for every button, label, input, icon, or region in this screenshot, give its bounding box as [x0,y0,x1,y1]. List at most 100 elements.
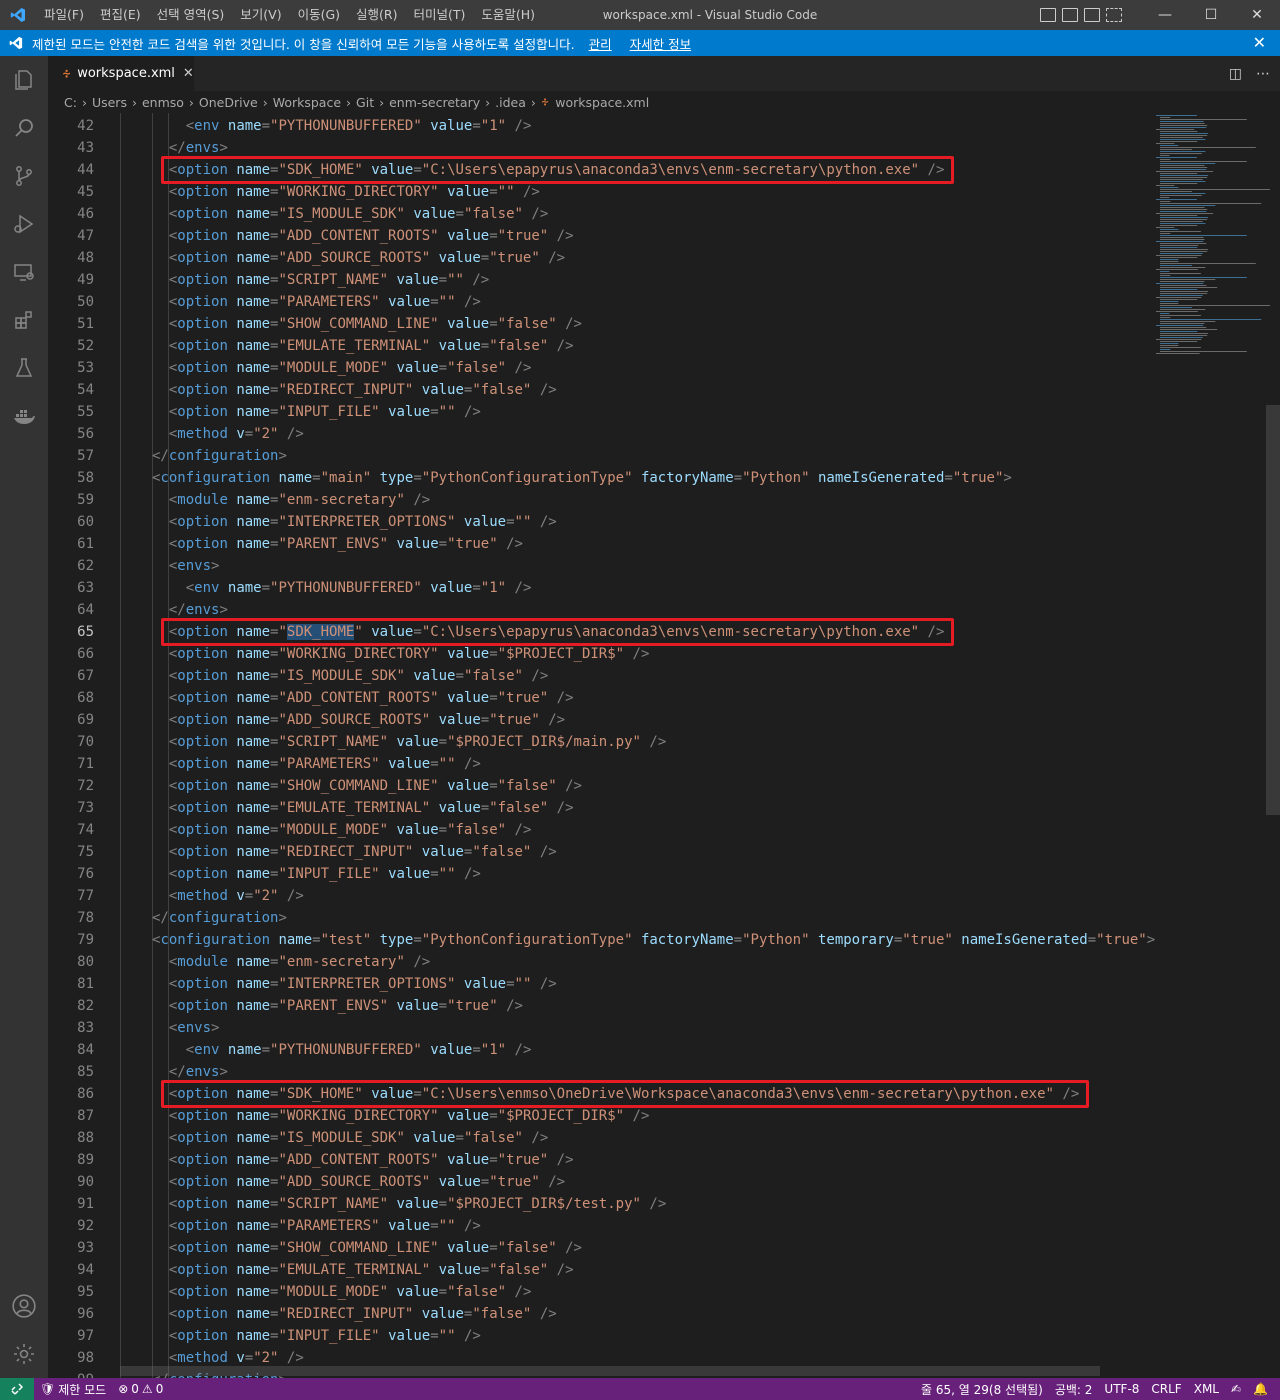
code-line[interactable]: 57 </configuration> [48,445,1148,467]
minimap[interactable] [1150,113,1270,373]
code-editor[interactable]: 42 <env name="PYTHONUNBUFFERED" value="1"… [48,113,1280,1378]
code-line[interactable]: 62 <envs> [48,555,1148,577]
code-line[interactable]: 49 <option name="SCRIPT_NAME" value="" /> [48,269,1148,291]
banner-learn-more-link[interactable]: 자세한 정보 [630,34,691,53]
code-line[interactable]: 46 <option name="IS_MODULE_SDK" value="fa… [48,203,1148,225]
code-line[interactable]: 52 <option name="EMULATE_TERMINAL" value=… [48,335,1148,357]
code-line[interactable]: 92 <option name="PARAMETERS" value="" /> [48,1215,1148,1237]
code-line[interactable]: 87 <option name="WORKING_DIRECTORY" value… [48,1105,1148,1127]
code-line[interactable]: 78 </configuration> [48,907,1148,929]
code-line[interactable]: 51 <option name="SHOW_COMMAND_LINE" value… [48,313,1148,335]
breadcrumb-item[interactable]: Git [356,95,374,110]
source-control-icon[interactable] [0,152,48,200]
banner-close-icon[interactable]: ✕ [1253,33,1266,52]
code-line[interactable]: 81 <option name="INTERPRETER_OPTIONS" val… [48,973,1148,995]
customize-layout-icon[interactable] [1106,8,1122,22]
menu-file[interactable]: 파일(F) [36,0,92,30]
breadcrumb-item[interactable]: enmso [142,95,184,110]
banner-manage-link[interactable]: 관리 [589,34,612,53]
vertical-scrollbar[interactable] [1266,405,1280,815]
code-line[interactable]: 79 <configuration name="test" type="Pytho… [48,929,1155,951]
code-line[interactable]: 83 <envs> [48,1017,1148,1039]
code-line[interactable]: 95 <option name="MODULE_MODE" value="fals… [48,1281,1148,1303]
testing-icon[interactable] [0,344,48,392]
code-line[interactable]: 88 <option name="IS_MODULE_SDK" value="fa… [48,1127,1148,1149]
toggle-primary-sidebar-icon[interactable] [1040,8,1056,22]
cursor-position-status[interactable]: 줄 65, 열 29(8 선택됨) [915,1381,1049,1398]
accounts-icon[interactable] [0,1282,48,1330]
code-line[interactable]: 48 <option name="ADD_SOURCE_ROOTS" value=… [48,247,1148,269]
code-line[interactable]: 73 <option name="EMULATE_TERMINAL" value=… [48,797,1148,819]
breadcrumb-item[interactable]: Users [92,95,127,110]
restricted-mode-status[interactable]: 🛡 제한 모드 [34,1381,112,1398]
toggle-secondary-sidebar-icon[interactable] [1084,8,1100,22]
extensions-icon[interactable] [0,296,48,344]
code-line[interactable]: 56 <method v="2" /> [48,423,1148,445]
code-line[interactable]: 97 <option name="INPUT_FILE" value="" /> [48,1325,1148,1347]
code-line[interactable]: 42 <env name="PYTHONUNBUFFERED" value="1"… [48,115,1148,137]
minimize-button[interactable]: — [1142,0,1188,30]
code-line[interactable]: 74 <option name="MODULE_MODE" value="fals… [48,819,1148,841]
code-line[interactable]: 68 <option name="ADD_CONTENT_ROOTS" value… [48,687,1148,709]
code-line[interactable]: 96 <option name="REDIRECT_INPUT" value="f… [48,1303,1148,1325]
notifications-bell-icon[interactable]: 🔔 [1247,1382,1274,1396]
explorer-icon[interactable] [0,56,48,104]
code-line[interactable]: 93 <option name="SHOW_COMMAND_LINE" value… [48,1237,1148,1259]
code-line[interactable]: 91 <option name="SCRIPT_NAME" value="$PRO… [48,1193,1148,1215]
horizontal-scrollbar[interactable] [120,1366,1100,1376]
language-mode-status[interactable]: XML [1188,1382,1225,1396]
tab-close-icon[interactable]: ✕ [183,66,194,81]
code-line[interactable]: 77 <method v="2" /> [48,885,1148,907]
code-line[interactable]: 80 <module name="enm-secretary" /> [48,951,1148,973]
code-line[interactable]: 71 <option name="PARAMETERS" value="" /> [48,753,1148,775]
code-line[interactable]: 76 <option name="INPUT_FILE" value="" /> [48,863,1148,885]
search-icon[interactable] [0,104,48,152]
code-line[interactable]: 90 <option name="ADD_SOURCE_ROOTS" value=… [48,1171,1148,1193]
code-line[interactable]: 63 <env name="PYTHONUNBUFFERED" value="1"… [48,577,1148,599]
code-line[interactable]: 55 <option name="INPUT_FILE" value="" /> [48,401,1148,423]
code-line[interactable]: 47 <option name="ADD_CONTENT_ROOTS" value… [48,225,1148,247]
code-line[interactable]: 66 <option name="WORKING_DIRECTORY" value… [48,643,1148,665]
code-line[interactable]: 45 <option name="WORKING_DIRECTORY" value… [48,181,1148,203]
code-line[interactable]: 53 <option name="MODULE_MODE" value="fals… [48,357,1148,379]
menu-selection[interactable]: 선택 영역(S) [149,0,233,30]
breadcrumb-item[interactable]: C: [64,95,77,110]
feedback-icon[interactable]: ✍ [1225,1382,1247,1396]
encoding-status[interactable]: UTF-8 [1098,1382,1145,1396]
breadcrumb-item[interactable]: workspace.xml [555,95,649,110]
menu-view[interactable]: 보기(V) [232,0,289,30]
toggle-panel-icon[interactable] [1062,8,1078,22]
menu-help[interactable]: 도움말(H) [473,0,543,30]
menu-run[interactable]: 실행(R) [348,0,405,30]
breadcrumb-item[interactable]: Workspace [273,95,341,110]
code-line[interactable]: 67 <option name="IS_MODULE_SDK" value="fa… [48,665,1148,687]
code-line[interactable]: 82 <option name="PARENT_ENVS" value="true… [48,995,1148,1017]
code-line[interactable]: 72 <option name="SHOW_COMMAND_LINE" value… [48,775,1148,797]
menu-edit[interactable]: 편집(E) [92,0,149,30]
run-debug-icon[interactable] [0,200,48,248]
breadcrumb-item[interactable]: OneDrive [199,95,258,110]
indentation-status[interactable]: 공백: 2 [1049,1381,1099,1398]
breadcrumb-item[interactable]: .idea [495,95,526,110]
breadcrumb-item[interactable]: enm-secretary [389,95,480,110]
eol-status[interactable]: CRLF [1145,1382,1187,1396]
code-line[interactable]: 75 <option name="REDIRECT_INPUT" value="f… [48,841,1148,863]
close-window-button[interactable]: ✕ [1234,0,1280,30]
menu-terminal[interactable]: 터미널(T) [406,0,474,30]
docker-icon[interactable] [0,392,48,440]
code-line[interactable]: 70 <option name="SCRIPT_NAME" value="$PRO… [48,731,1148,753]
manage-gear-icon[interactable] [0,1330,48,1378]
code-line[interactable]: 60 <option name="INTERPRETER_OPTIONS" val… [48,511,1148,533]
more-actions-icon[interactable]: ⋯ [1256,66,1270,82]
code-line[interactable]: 58 <configuration name="main" type="Pytho… [48,467,1148,489]
split-editor-icon[interactable]: ◫ [1229,66,1242,82]
maximize-button[interactable]: ☐ [1188,0,1234,30]
problems-status[interactable]: ⊗ 0 ⚠ 0 [112,1382,169,1396]
remote-indicator-icon[interactable] [0,1378,34,1400]
code-line[interactable]: 94 <option name="EMULATE_TERMINAL" value=… [48,1259,1148,1281]
code-line[interactable]: 89 <option name="ADD_CONTENT_ROOTS" value… [48,1149,1148,1171]
menu-go[interactable]: 이동(G) [290,0,348,30]
code-line[interactable]: 59 <module name="enm-secretary" /> [48,489,1148,511]
code-line[interactable]: 50 <option name="PARAMETERS" value="" /> [48,291,1148,313]
code-line[interactable]: 69 <option name="ADD_SOURCE_ROOTS" value=… [48,709,1148,731]
